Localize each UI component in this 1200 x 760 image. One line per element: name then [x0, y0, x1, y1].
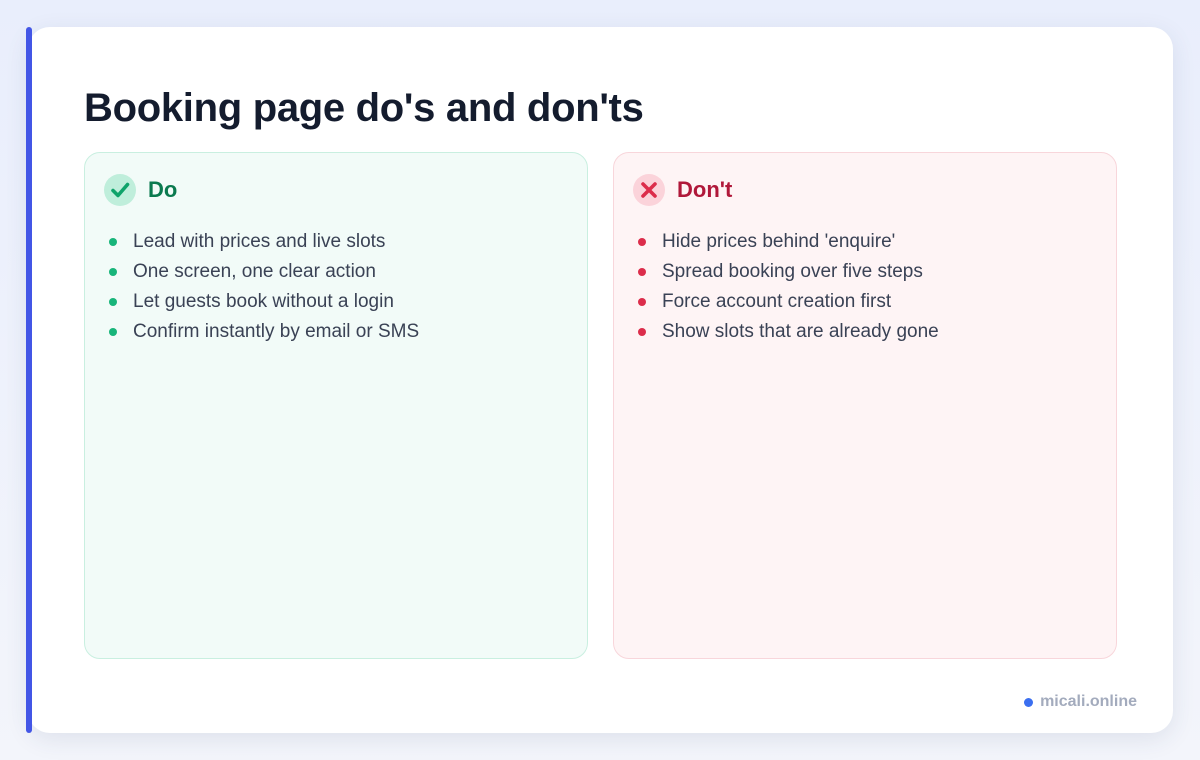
dont-list-item: Show slots that are already gone	[638, 317, 939, 347]
bullet-dot	[638, 298, 646, 306]
dont-panel-header: Don't	[633, 174, 732, 206]
do-list-item: Confirm instantly by email or SMS	[109, 317, 419, 347]
bullet-dot	[109, 298, 117, 306]
do-list: Lead with prices and live slots One scre…	[109, 227, 419, 347]
do-list-item: Lead with prices and live slots	[109, 227, 419, 257]
dont-list-item: Spread booking over five steps	[638, 257, 939, 287]
bullet-dot	[638, 238, 646, 246]
do-list-item: Let guests book without a login	[109, 287, 419, 317]
cross-icon	[633, 174, 665, 206]
bullet-dot	[638, 328, 646, 336]
dont-item-text: Hide prices behind 'enquire'	[662, 231, 896, 252]
accent-bar	[26, 27, 32, 733]
do-item-text: Let guests book without a login	[133, 291, 394, 312]
bullet-dot	[638, 268, 646, 276]
dont-panel-title: Don't	[677, 177, 733, 202]
dont-panel: Don't Hide prices behind 'enquire' Sprea…	[613, 152, 1117, 659]
brand-name: micali.online	[1040, 693, 1137, 710]
do-item-text: Confirm instantly by email or SMS	[133, 321, 420, 342]
do-panel-title: Do	[148, 177, 178, 202]
page-title: Booking page do's and don'ts	[84, 86, 644, 130]
bullet-dot	[109, 238, 117, 246]
do-panel-header: Do	[104, 174, 177, 206]
bullet-dot	[109, 328, 117, 336]
dont-list-item: Hide prices behind 'enquire'	[638, 227, 939, 257]
do-item-text: Lead with prices and live slots	[133, 231, 386, 252]
brand-footer: micali.online	[1024, 693, 1137, 711]
bullet-dot	[109, 268, 117, 276]
brand-dot-icon	[1024, 697, 1034, 707]
dont-list: Hide prices behind 'enquire' Spread book…	[638, 227, 939, 347]
do-list-item: One screen, one clear action	[109, 257, 419, 287]
do-panel: Do Lead with prices and live slots One s…	[84, 152, 588, 659]
do-item-text: One screen, one clear action	[133, 261, 376, 282]
dont-item-text: Force account creation first	[662, 291, 892, 312]
dont-item-text: Show slots that are already gone	[662, 321, 939, 342]
dont-item-text: Spread booking over five steps	[662, 261, 923, 282]
dont-list-item: Force account creation first	[638, 287, 939, 317]
check-icon	[104, 174, 136, 206]
